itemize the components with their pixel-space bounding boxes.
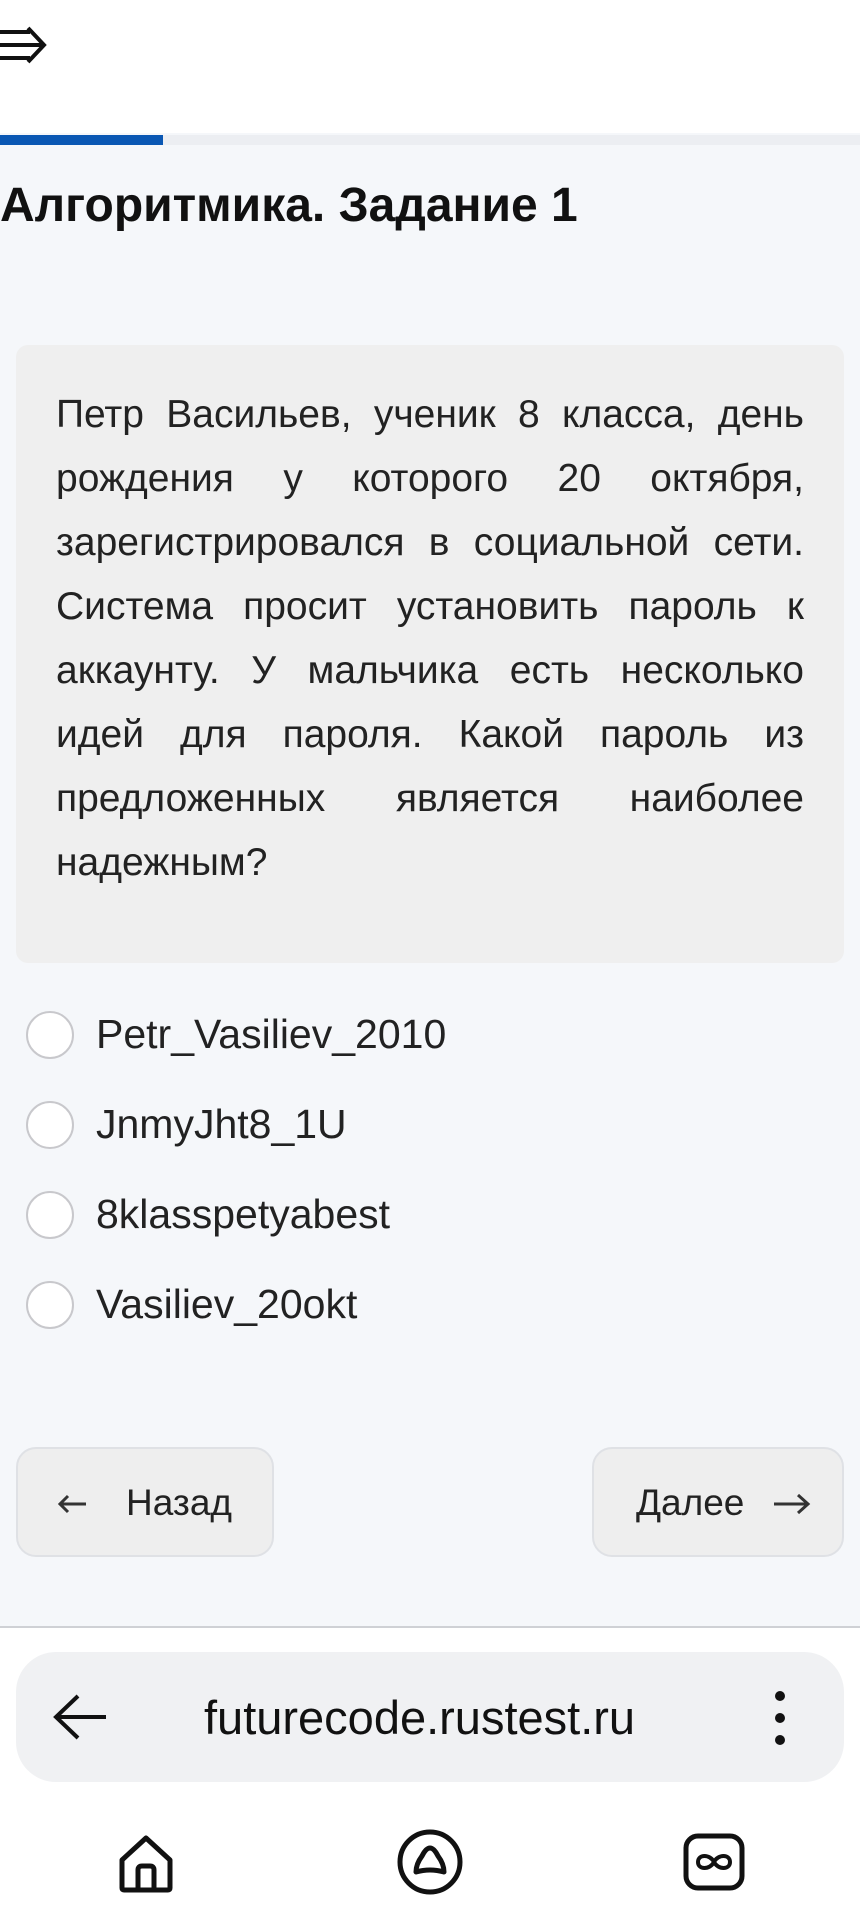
option-label: JnmyJht8_1U — [96, 1101, 347, 1147]
radio-button[interactable] — [26, 1281, 74, 1329]
option-2[interactable]: JnmyJht8_1U — [26, 1095, 626, 1155]
home-icon[interactable] — [112, 1828, 180, 1896]
option-label: Vasiliev_20okt — [96, 1281, 358, 1327]
page-title: Алгоритмика. Задание 1 — [0, 179, 578, 232]
question-card: Петр Васильев, ученик 8 класса, день рож… — [16, 345, 844, 963]
question-text: Петр Васильев, ученик 8 класса, день рож… — [56, 393, 804, 884]
next-button[interactable]: Далее — [592, 1447, 844, 1557]
progress-bar-fill — [0, 135, 164, 145]
arrow-left-icon — [57, 1494, 86, 1514]
arrow-right-icon — [774, 1493, 811, 1515]
radio-button[interactable] — [26, 1101, 74, 1149]
next-button-label: Далее — [636, 1482, 745, 1523]
arrow-left-icon[interactable] — [50, 1692, 110, 1742]
assistant-icon[interactable] — [396, 1828, 464, 1896]
more-vertical-icon[interactable] — [770, 1688, 790, 1748]
option-1[interactable]: Petr_Vasiliev_2010 — [26, 1005, 626, 1065]
back-button[interactable]: Назад — [16, 1447, 274, 1557]
url-text[interactable]: futurecode.rustest.ru — [204, 1690, 635, 1745]
address-bar[interactable]: futurecode.rustest.ru — [16, 1652, 844, 1782]
option-3[interactable]: 8klasspetyabest — [26, 1185, 626, 1245]
browser-bottom-bar: futurecode.rustest.ru — [0, 1628, 860, 1920]
collapse-menu-icon[interactable] — [0, 22, 50, 68]
progress-bar — [0, 135, 860, 145]
option-label: 8klasspetyabest — [96, 1191, 391, 1237]
back-button-label: Назад — [126, 1482, 233, 1523]
radio-button[interactable] — [26, 1011, 74, 1059]
option-label: Petr_Vasiliev_2010 — [96, 1011, 447, 1057]
top-bar — [0, 0, 860, 133]
radio-button[interactable] — [26, 1191, 74, 1239]
tabs-icon[interactable] — [680, 1828, 748, 1896]
option-4[interactable]: Vasiliev_20okt — [26, 1275, 626, 1335]
